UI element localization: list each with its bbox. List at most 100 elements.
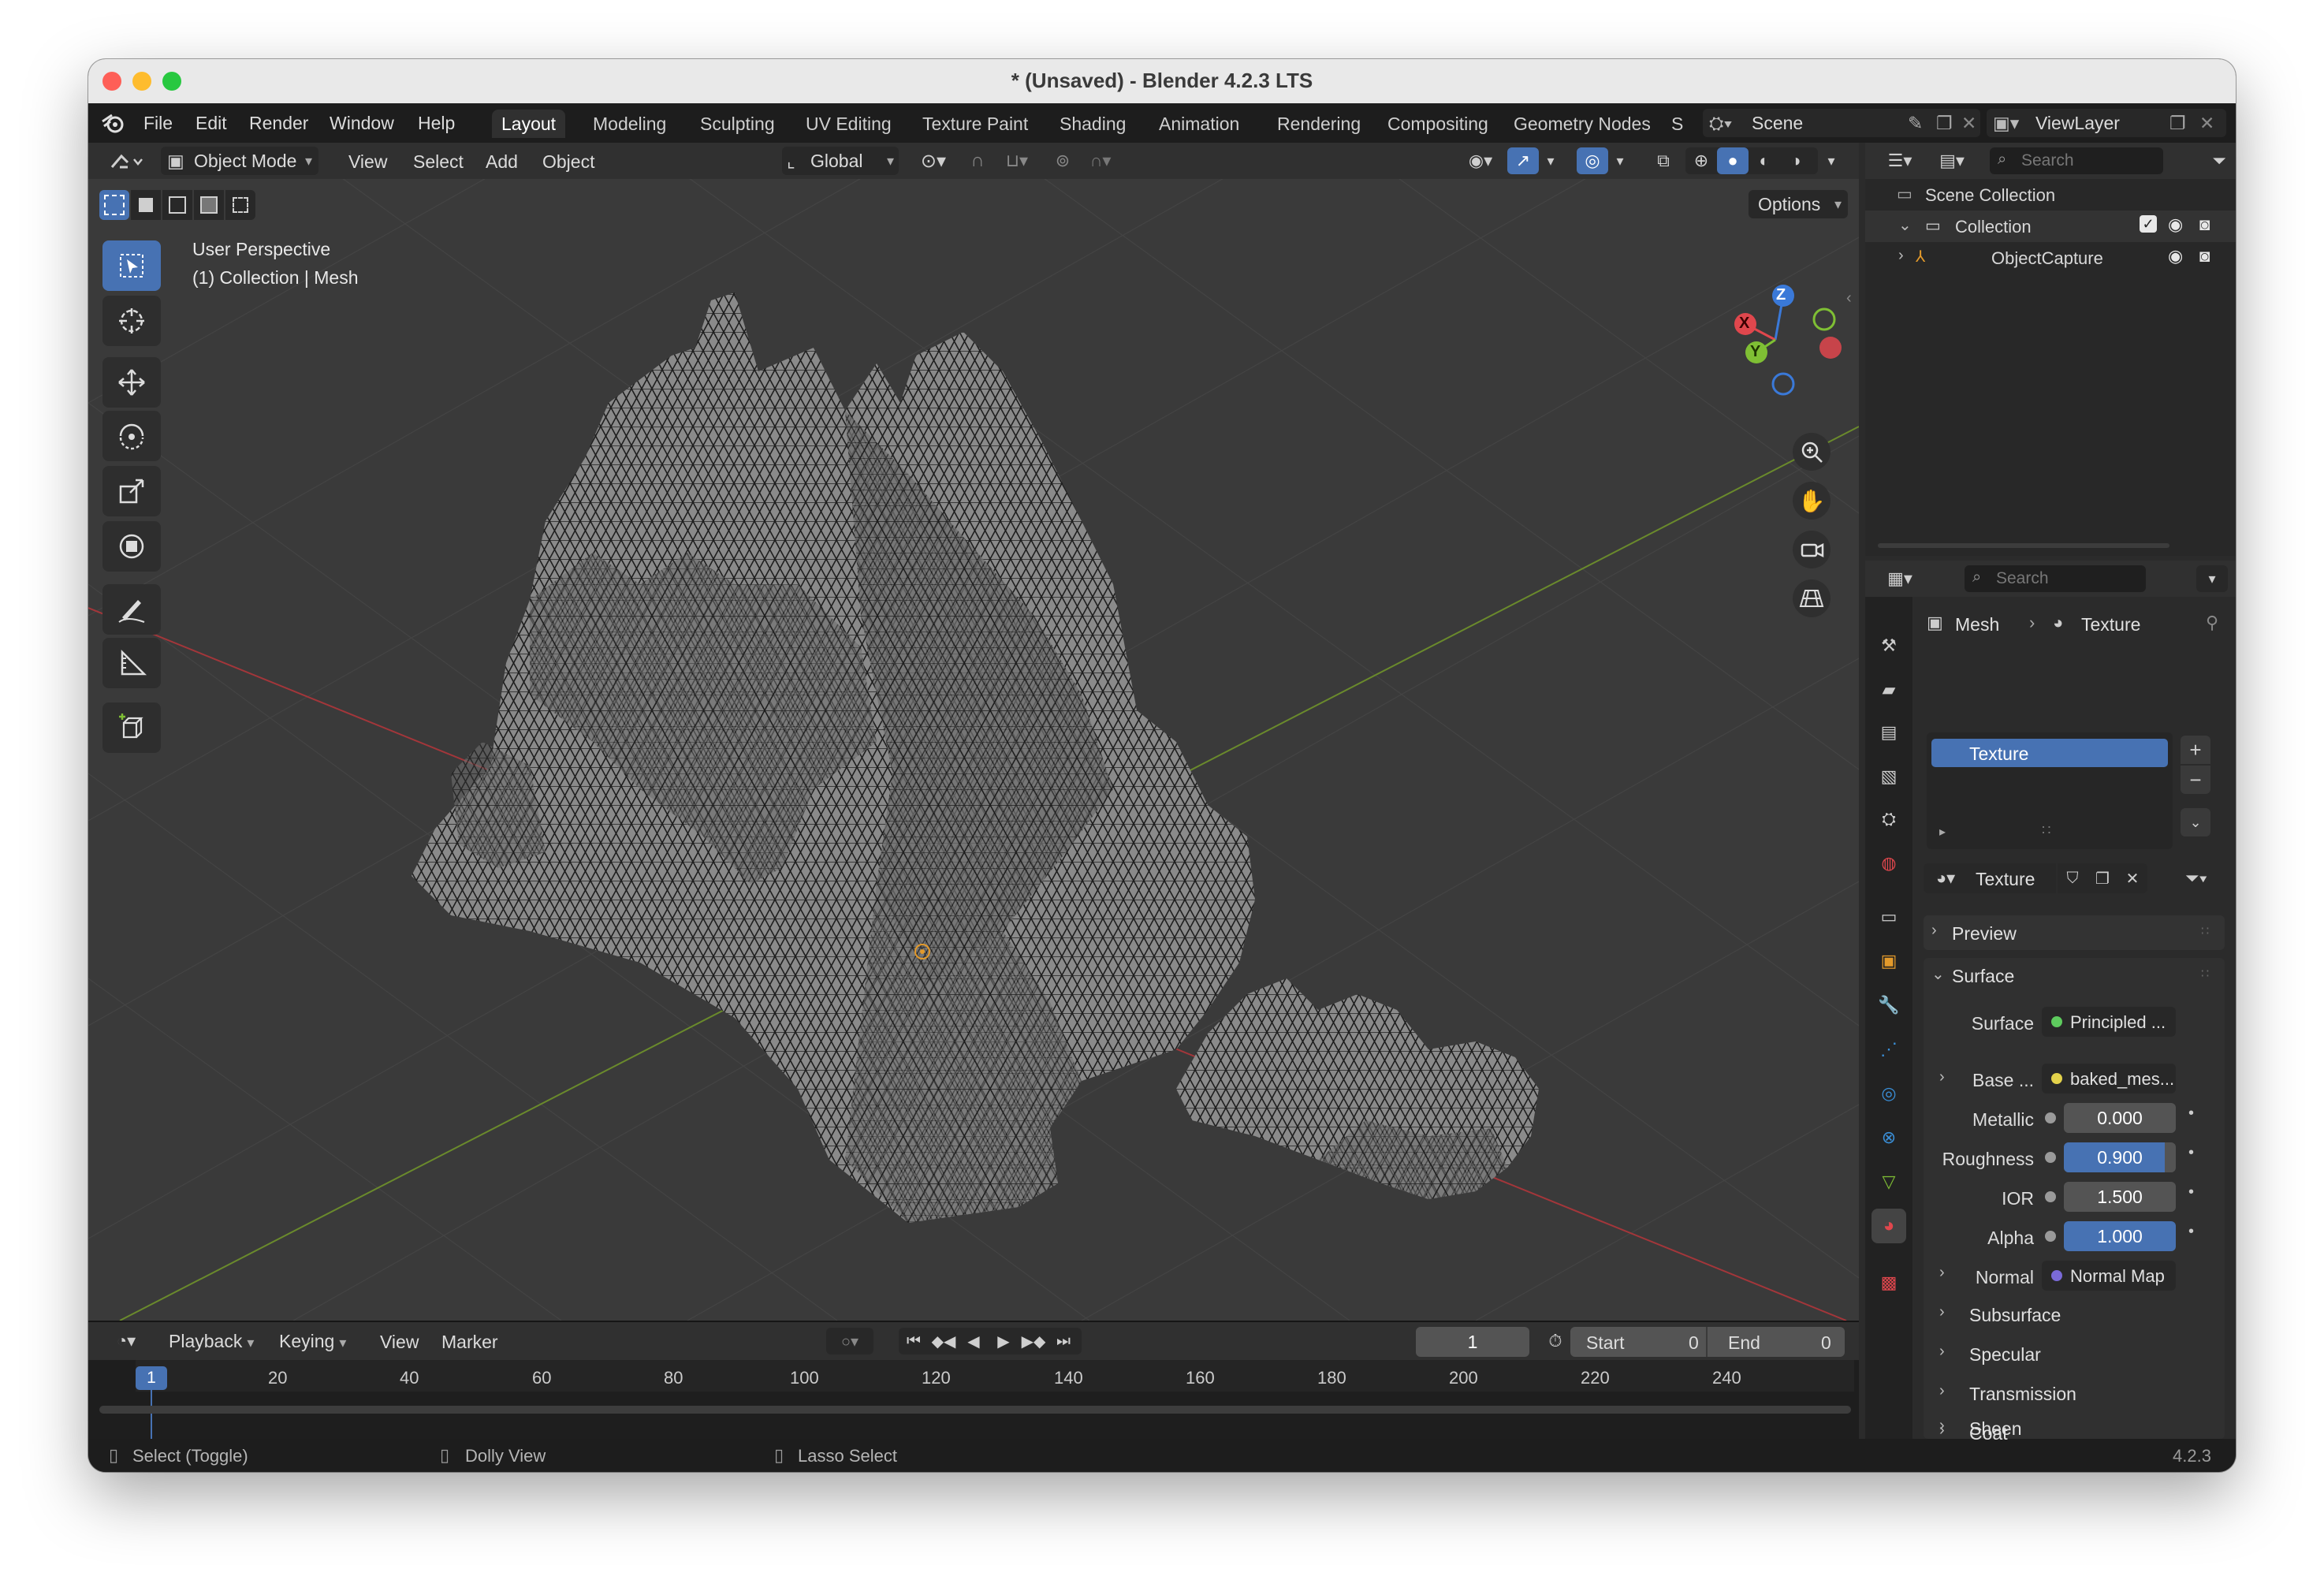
tab-compositing[interactable]: Compositing [1378, 110, 1498, 138]
material-name-field[interactable]: Texture [1968, 863, 2056, 893]
properties-search[interactable]: ⌕ Search [1965, 565, 2146, 592]
viewlayer-selector[interactable]: ▣▾ ViewLayer ❐ ✕ [1987, 109, 2226, 137]
preview-panel-header[interactable]: › Preview ∷ [1924, 915, 2225, 950]
keyframe-dot-icon[interactable]: • [2188, 1105, 2194, 1123]
options-dropdown[interactable]: Options ▾ [1749, 190, 1848, 218]
solid-shading-icon[interactable]: ● [1717, 147, 1749, 174]
select-new-icon[interactable] [99, 190, 129, 220]
properties-editor-type-icon[interactable]: ▦▾ [1878, 565, 1922, 592]
tab-layout[interactable]: Layout [492, 110, 566, 138]
unlink-material-icon[interactable]: ✕ [2117, 863, 2147, 893]
measure-tool[interactable] [102, 638, 161, 688]
menu-view[interactable]: View [348, 151, 387, 173]
select-invert-icon[interactable] [194, 190, 224, 220]
move-tool[interactable] [102, 357, 161, 408]
jump-prev-keyframe-icon[interactable]: ◆◀ [929, 1328, 959, 1354]
gizmo-toggle-icon[interactable]: ↗ [1507, 147, 1539, 174]
tab-animation[interactable]: Animation [1149, 110, 1249, 138]
tab-shading[interactable]: Shading [1050, 110, 1135, 138]
pin-icon[interactable]: ⚲ [2206, 613, 2218, 633]
duplicate-material-icon[interactable]: ❐ [2088, 863, 2117, 893]
output-tab-icon[interactable]: ▤ [1871, 715, 1906, 750]
surface-panel-header[interactable]: ⌄ Surface ∷ [1924, 958, 2225, 993]
filter-icon[interactable]: ⏷ [2206, 147, 2233, 174]
menu-file[interactable]: File [143, 113, 173, 134]
jump-end-icon[interactable]: ⏭ [1048, 1328, 1078, 1354]
proportional-edit-icon[interactable]: ⊚ [1047, 147, 1078, 174]
jump-start-icon[interactable]: ⏮ [899, 1328, 929, 1354]
roughness-field[interactable]: 0.900 [2064, 1142, 2176, 1172]
collection-tab-icon[interactable]: ▭ [1871, 900, 1906, 934]
visibility-icon[interactable]: ◉▾ [1457, 147, 1504, 174]
chevron-down-icon[interactable]: ▾ [1608, 147, 1632, 174]
timeline-editor-type-icon[interactable]: ◔▾ [104, 1328, 148, 1354]
sheen-subpanel[interactable]: › Sheen [1924, 1417, 2225, 1439]
falloff-icon[interactable]: ∩▾ [1078, 147, 1123, 174]
start-frame-field[interactable]: 0 [1689, 1332, 1699, 1354]
specular-subpanel[interactable]: › Specular [1924, 1335, 2225, 1371]
keyframe-dot-icon[interactable]: • [2188, 1223, 2194, 1241]
timeline-area[interactable]: 1 20 40 60 80 100 120 140 160 180 200 22… [88, 1360, 1859, 1440]
camera-view-icon[interactable] [1793, 531, 1831, 568]
zoom-icon[interactable] [1793, 433, 1831, 471]
browse-material-icon[interactable]: ◕▾ [1924, 863, 1968, 893]
outliner-search[interactable]: ⌕ Search [1990, 147, 2163, 174]
outliner-row-collection[interactable]: ⌄ ▭ Collection ✓ ◉ ◙ [1865, 211, 2236, 242]
play-icon[interactable]: ▶ [989, 1328, 1019, 1354]
viewport-3d[interactable]: ▣ Object Mode ▾ View Select Add Object ⌞… [88, 143, 1859, 1321]
timeline-marker-menu[interactable]: Marker [441, 1332, 498, 1353]
pin-icon[interactable]: ✎ [1908, 109, 1923, 137]
navigation-gizmo[interactable]: Z X Y [1728, 285, 1846, 403]
add-cube-tool[interactable] [102, 702, 161, 753]
editor-type-icon[interactable] [104, 147, 148, 174]
pan-hand-icon[interactable]: ✋ [1793, 482, 1831, 520]
metallic-field[interactable]: 0.000 [2064, 1103, 2176, 1133]
playhead-frame[interactable]: 1 [136, 1366, 167, 1390]
material-tab-icon[interactable]: ◕ [1871, 1209, 1906, 1243]
pivot-point-icon[interactable]: ⊙▾ [911, 147, 955, 174]
annotate-tool[interactable] [102, 584, 161, 635]
object-tab-icon[interactable]: ▣ [1871, 944, 1906, 978]
select-intersect-icon[interactable] [225, 190, 255, 220]
transform-tool[interactable] [102, 521, 161, 572]
camera-icon[interactable]: ◙ [2199, 214, 2210, 235]
new-viewlayer-icon[interactable]: ❐ [2169, 109, 2186, 137]
expand-triangle-icon[interactable]: ▸ [1939, 824, 1946, 840]
keying-menu[interactable]: Keying ▾ [271, 1327, 364, 1355]
select-box-tool[interactable] [102, 240, 161, 291]
tab-uv-editing[interactable]: UV Editing [796, 110, 901, 138]
surface-shader-field[interactable]: Principled ... [2042, 1007, 2176, 1037]
remove-scene-icon[interactable]: ✕ [1961, 109, 1976, 137]
normal-field[interactable]: Normal Map [2042, 1261, 2176, 1291]
slot-specials-chevron-icon[interactable]: ⌄ [2181, 808, 2210, 836]
display-mode-icon[interactable]: ▤▾ [1930, 147, 1974, 174]
end-frame-field[interactable]: 0 [1821, 1332, 1831, 1354]
outliner-row-scene-collection[interactable]: ▭ Scene Collection [1865, 179, 2236, 211]
scene-selector[interactable]: ⛭▾ Scene ✎ ❐ ✕ [1703, 109, 1980, 137]
tab-sculpting[interactable]: Sculpting [691, 110, 784, 138]
menu-object[interactable]: Object [542, 151, 594, 173]
constraints-tab-icon[interactable]: ⊗ [1871, 1120, 1906, 1155]
ior-field[interactable]: 1.500 [2064, 1182, 2176, 1212]
xray-toggle-icon[interactable]: ⧉ [1648, 147, 1679, 174]
menu-window[interactable]: Window [330, 113, 394, 134]
chevron-down-icon[interactable]: ⌄ [1898, 215, 1912, 235]
fake-user-shield-icon[interactable]: ⛉ [2058, 863, 2088, 893]
particles-tab-icon[interactable]: ⋰ [1871, 1032, 1906, 1067]
tab-modeling[interactable]: Modeling [583, 110, 676, 138]
tool-tab-icon[interactable]: ⚒ [1871, 628, 1906, 663]
data-tab-icon[interactable]: ▽ [1871, 1164, 1906, 1199]
drag-handle-icon[interactable]: ∷ [2201, 923, 2209, 939]
current-frame-field[interactable]: 1 [1416, 1327, 1529, 1357]
remove-slot-button[interactable]: − [2181, 766, 2210, 794]
tab-texture-paint[interactable]: Texture Paint [913, 110, 1037, 138]
checkbox-icon[interactable]: ✓ [2140, 215, 2157, 233]
blender-logo-icon[interactable] [99, 110, 126, 136]
rendered-shading-icon[interactable]: ◑ [1780, 147, 1812, 174]
rotate-tool[interactable] [102, 411, 161, 461]
menu-add[interactable]: Add [486, 151, 518, 173]
keyframe-dot-icon[interactable]: • [2188, 1144, 2194, 1162]
keyframe-dot-icon[interactable]: • [2188, 1183, 2194, 1202]
render-tab-icon[interactable]: ▰ [1871, 673, 1906, 707]
material-slot-item[interactable]: Texture [1931, 739, 2168, 767]
